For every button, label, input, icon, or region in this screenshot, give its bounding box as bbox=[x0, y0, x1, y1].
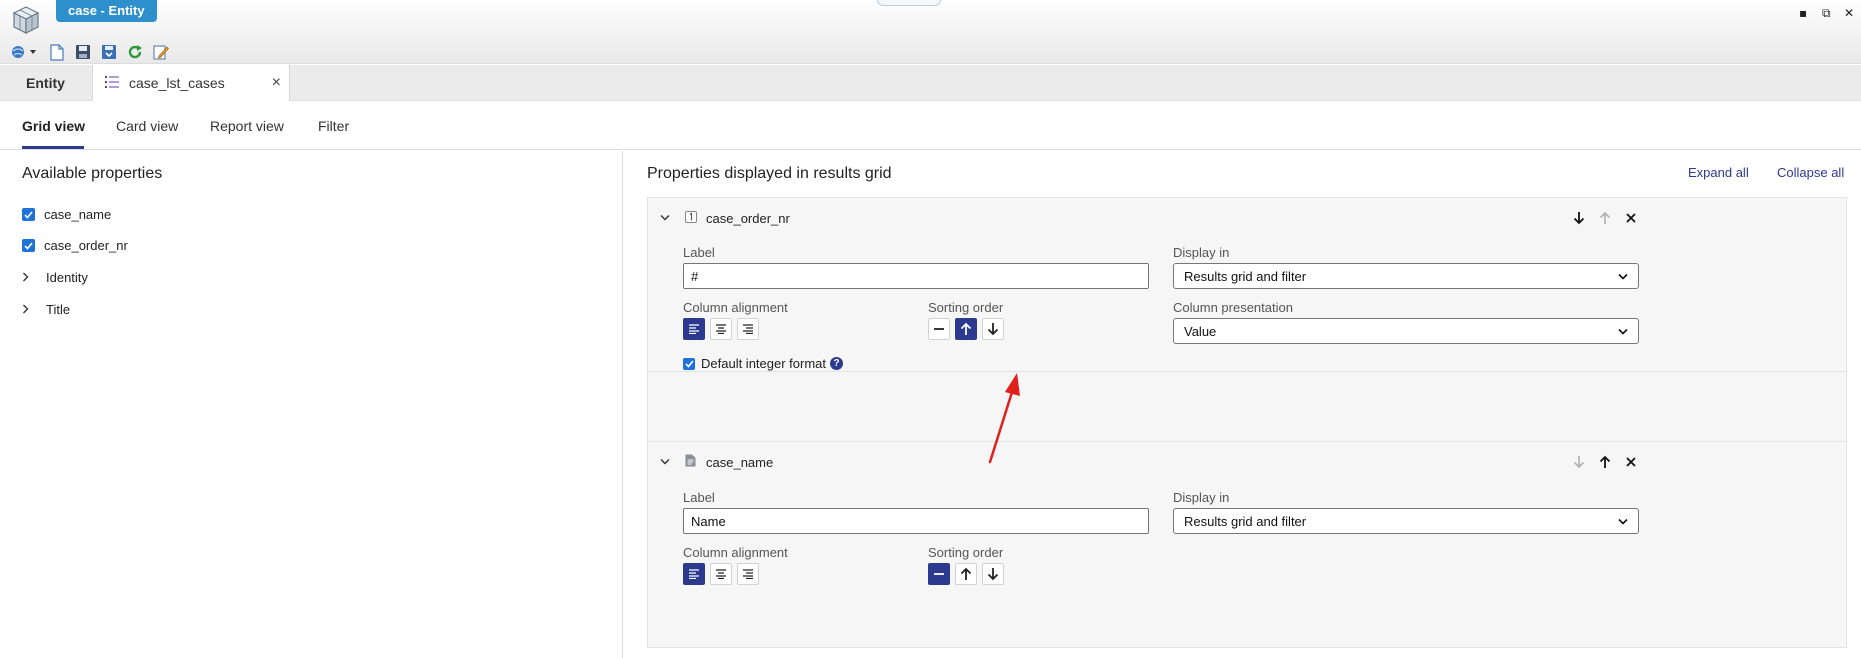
expand-all-button[interactable]: Expand all bbox=[1688, 165, 1749, 180]
remove-property-button[interactable] bbox=[1621, 452, 1641, 472]
sort-descending-button[interactable] bbox=[982, 563, 1004, 585]
edit-icon[interactable] bbox=[152, 43, 170, 61]
save-all-icon[interactable] bbox=[100, 43, 118, 61]
sort-descending-button[interactable] bbox=[982, 318, 1004, 340]
default-integer-format-label: Default integer format bbox=[701, 356, 827, 371]
checkbox-checked-icon[interactable] bbox=[22, 239, 35, 252]
display-in-value: Results grid and filter bbox=[1184, 268, 1307, 284]
app-cube-logo-icon bbox=[12, 6, 40, 34]
document-tab-strip: Entity case_lst_cases × bbox=[0, 65, 1861, 101]
align-left-button[interactable] bbox=[683, 318, 705, 340]
label-caption: Label bbox=[683, 490, 715, 505]
chevron-right-icon[interactable] bbox=[22, 303, 32, 317]
title-bar: case - Entity ▪ ⧉ ✕ bbox=[0, 0, 1861, 64]
card-property-name: case_order_nr bbox=[706, 211, 790, 226]
active-tab-indicator bbox=[22, 146, 84, 149]
property-group-identity[interactable]: Identity bbox=[22, 270, 88, 285]
column-alignment-caption: Column alignment bbox=[683, 545, 788, 560]
top-center-handle[interactable] bbox=[877, 0, 941, 6]
available-properties-title: Available properties bbox=[22, 165, 163, 182]
label-input[interactable] bbox=[683, 263, 1149, 289]
align-center-button[interactable] bbox=[710, 318, 732, 340]
tab-grid-view[interactable]: Grid view bbox=[22, 118, 85, 134]
property-item-case-order-nr[interactable]: case_order_nr bbox=[22, 238, 128, 253]
card-header[interactable]: case_order_nr bbox=[648, 198, 1846, 242]
sorting-order-caption: Sorting order bbox=[928, 300, 1004, 315]
move-down-button[interactable] bbox=[1569, 208, 1589, 228]
chevron-right-icon[interactable] bbox=[22, 271, 32, 285]
column-presentation-value: Value bbox=[1184, 323, 1217, 339]
label-input[interactable] bbox=[683, 508, 1149, 534]
property-item-case-name[interactable]: case_name bbox=[22, 207, 111, 222]
sort-none-button[interactable] bbox=[928, 318, 950, 340]
sort-ascending-button[interactable] bbox=[955, 563, 977, 585]
display-in-select[interactable]: Results grid and filter bbox=[1173, 263, 1639, 289]
property-group-label: Identity bbox=[46, 270, 88, 285]
new-document-icon[interactable] bbox=[48, 43, 66, 61]
close-tab-icon[interactable]: × bbox=[272, 74, 281, 92]
doc-tab-label: Entity bbox=[26, 75, 65, 91]
chevron-down-icon bbox=[1618, 324, 1628, 338]
property-card-case-name: case_name Label Display in Results grid … bbox=[647, 441, 1847, 648]
available-properties-pane: Available properties case_name case_orde… bbox=[0, 151, 623, 658]
card-header[interactable]: case_name bbox=[648, 442, 1846, 486]
minimize-button[interactable]: ▪ bbox=[1799, 6, 1807, 20]
displayed-properties-title: Properties displayed in results grid bbox=[647, 165, 892, 182]
tab-filter[interactable]: Filter bbox=[318, 118, 349, 134]
default-integer-format-row: Default integer format ? bbox=[683, 356, 844, 371]
align-center-button[interactable] bbox=[710, 563, 732, 585]
column-presentation-caption: Column presentation bbox=[1173, 300, 1293, 315]
card-property-name: case_name bbox=[706, 455, 774, 470]
label-caption: Label bbox=[683, 245, 715, 260]
display-in-caption: Display in bbox=[1173, 245, 1230, 260]
property-label: case_order_nr bbox=[44, 238, 128, 253]
save-icon[interactable] bbox=[74, 43, 92, 61]
collapse-all-button[interactable]: Collapse all bbox=[1777, 165, 1844, 180]
move-up-button bbox=[1595, 208, 1615, 228]
checkbox-checked-icon[interactable] bbox=[22, 208, 35, 221]
chevron-down-icon bbox=[1618, 269, 1628, 283]
refresh-icon[interactable] bbox=[126, 43, 144, 61]
display-in-select[interactable]: Results grid and filter bbox=[1173, 508, 1639, 534]
text-document-icon bbox=[685, 454, 697, 467]
chevron-down-icon[interactable] bbox=[660, 210, 670, 224]
property-group-title[interactable]: Title bbox=[22, 302, 70, 317]
toolbar bbox=[10, 42, 170, 62]
display-in-value: Results grid and filter bbox=[1184, 513, 1307, 529]
property-group-label: Title bbox=[46, 302, 71, 317]
align-left-button[interactable] bbox=[683, 563, 705, 585]
sort-ascending-button[interactable] bbox=[955, 318, 977, 340]
doc-tab-case-lst-cases[interactable]: case_lst_cases × bbox=[92, 65, 290, 101]
chevron-down-icon[interactable] bbox=[660, 454, 670, 468]
tab-card-view[interactable]: Card view bbox=[116, 118, 178, 134]
close-window-button[interactable]: ✕ bbox=[1844, 6, 1854, 20]
property-label: case_name bbox=[44, 207, 112, 222]
remove-property-button[interactable] bbox=[1621, 208, 1641, 228]
help-icon[interactable]: ? bbox=[830, 357, 844, 370]
doc-tab-entity[interactable]: Entity bbox=[0, 65, 91, 101]
tab-report-view[interactable]: Report view bbox=[210, 118, 284, 134]
column-alignment-caption: Column alignment bbox=[683, 300, 788, 315]
sorting-order-caption: Sorting order bbox=[928, 545, 1004, 560]
chevron-down-icon bbox=[1618, 514, 1628, 528]
view-tabs: Grid view Card view Report view Filter bbox=[0, 102, 1861, 150]
default-integer-format-checkbox[interactable] bbox=[683, 357, 695, 370]
display-in-caption: Display in bbox=[1173, 490, 1230, 505]
doc-tab-label: case_lst_cases bbox=[129, 75, 225, 91]
align-right-button[interactable] bbox=[737, 563, 759, 585]
move-up-button[interactable] bbox=[1595, 452, 1615, 472]
move-down-button bbox=[1569, 452, 1589, 472]
column-presentation-select[interactable]: Value bbox=[1173, 318, 1639, 344]
window-title: case - Entity bbox=[56, 0, 157, 22]
sort-none-button[interactable] bbox=[928, 563, 950, 585]
list-icon bbox=[105, 75, 119, 91]
align-right-button[interactable] bbox=[737, 318, 759, 340]
restore-button[interactable]: ⧉ bbox=[1822, 6, 1831, 21]
globe-dropdown-icon[interactable] bbox=[10, 43, 40, 61]
integer-icon bbox=[685, 210, 697, 223]
